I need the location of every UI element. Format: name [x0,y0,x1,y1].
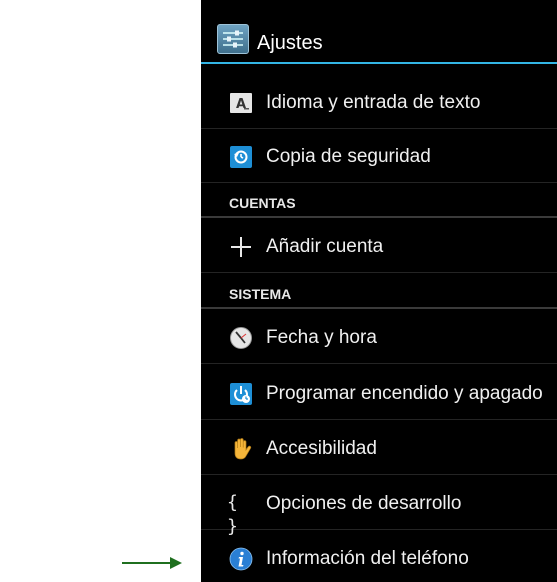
settings-item-developer-options[interactable]: { } Opciones de desarrollo [201,476,557,537]
settings-item-label: Opciones de desarrollo [266,493,462,514]
settings-item-label: Accesibilidad [266,438,377,459]
hand-icon [229,437,253,461]
power-schedule-icon [229,382,253,406]
settings-item-add-account[interactable]: Añadir cuenta [201,219,557,273]
settings-item-label: Información del teléfono [266,548,469,569]
settings-item-accessibility[interactable]: Accesibilidad [201,421,557,475]
annotation-arrow-icon [122,557,182,569]
settings-item-label: Programar encendido y apagado [266,383,543,404]
section-header-system: SISTEMA [201,281,557,309]
svg-text:A: A [236,97,246,112]
section-header-accounts: CUENTAS [201,190,557,218]
settings-item-about-phone[interactable]: Información del teléfono [201,531,557,582]
clock-icon [229,326,253,350]
settings-item-label: Fecha y hora [266,327,377,348]
braces-icon: { } [227,492,253,537]
section-header-label: CUENTAS [229,195,296,211]
settings-item-label: Copia de seguridad [266,146,431,167]
settings-item-label: Añadir cuenta [266,236,384,257]
backup-restore-icon [229,145,253,169]
settings-screen: Ajustes A Idioma y entrada de texto Copi… [201,0,557,582]
settings-item-backup[interactable]: Copia de seguridad [201,129,557,183]
plus-icon [229,235,253,259]
settings-sliders-icon[interactable] [217,24,249,54]
settings-item-date-time[interactable]: Fecha y hora [201,310,557,364]
settings-item-power-schedule[interactable]: Programar encendido y apagado [201,366,557,420]
info-icon [229,547,253,571]
settings-item-language[interactable]: A Idioma y entrada de texto [201,75,557,129]
section-header-label: SISTEMA [229,286,292,302]
settings-item-label: Idioma y entrada de texto [266,92,481,113]
page-title: Ajustes [257,32,323,54]
keyboard-a-icon: A [229,91,253,115]
action-bar: Ajustes [201,10,557,64]
